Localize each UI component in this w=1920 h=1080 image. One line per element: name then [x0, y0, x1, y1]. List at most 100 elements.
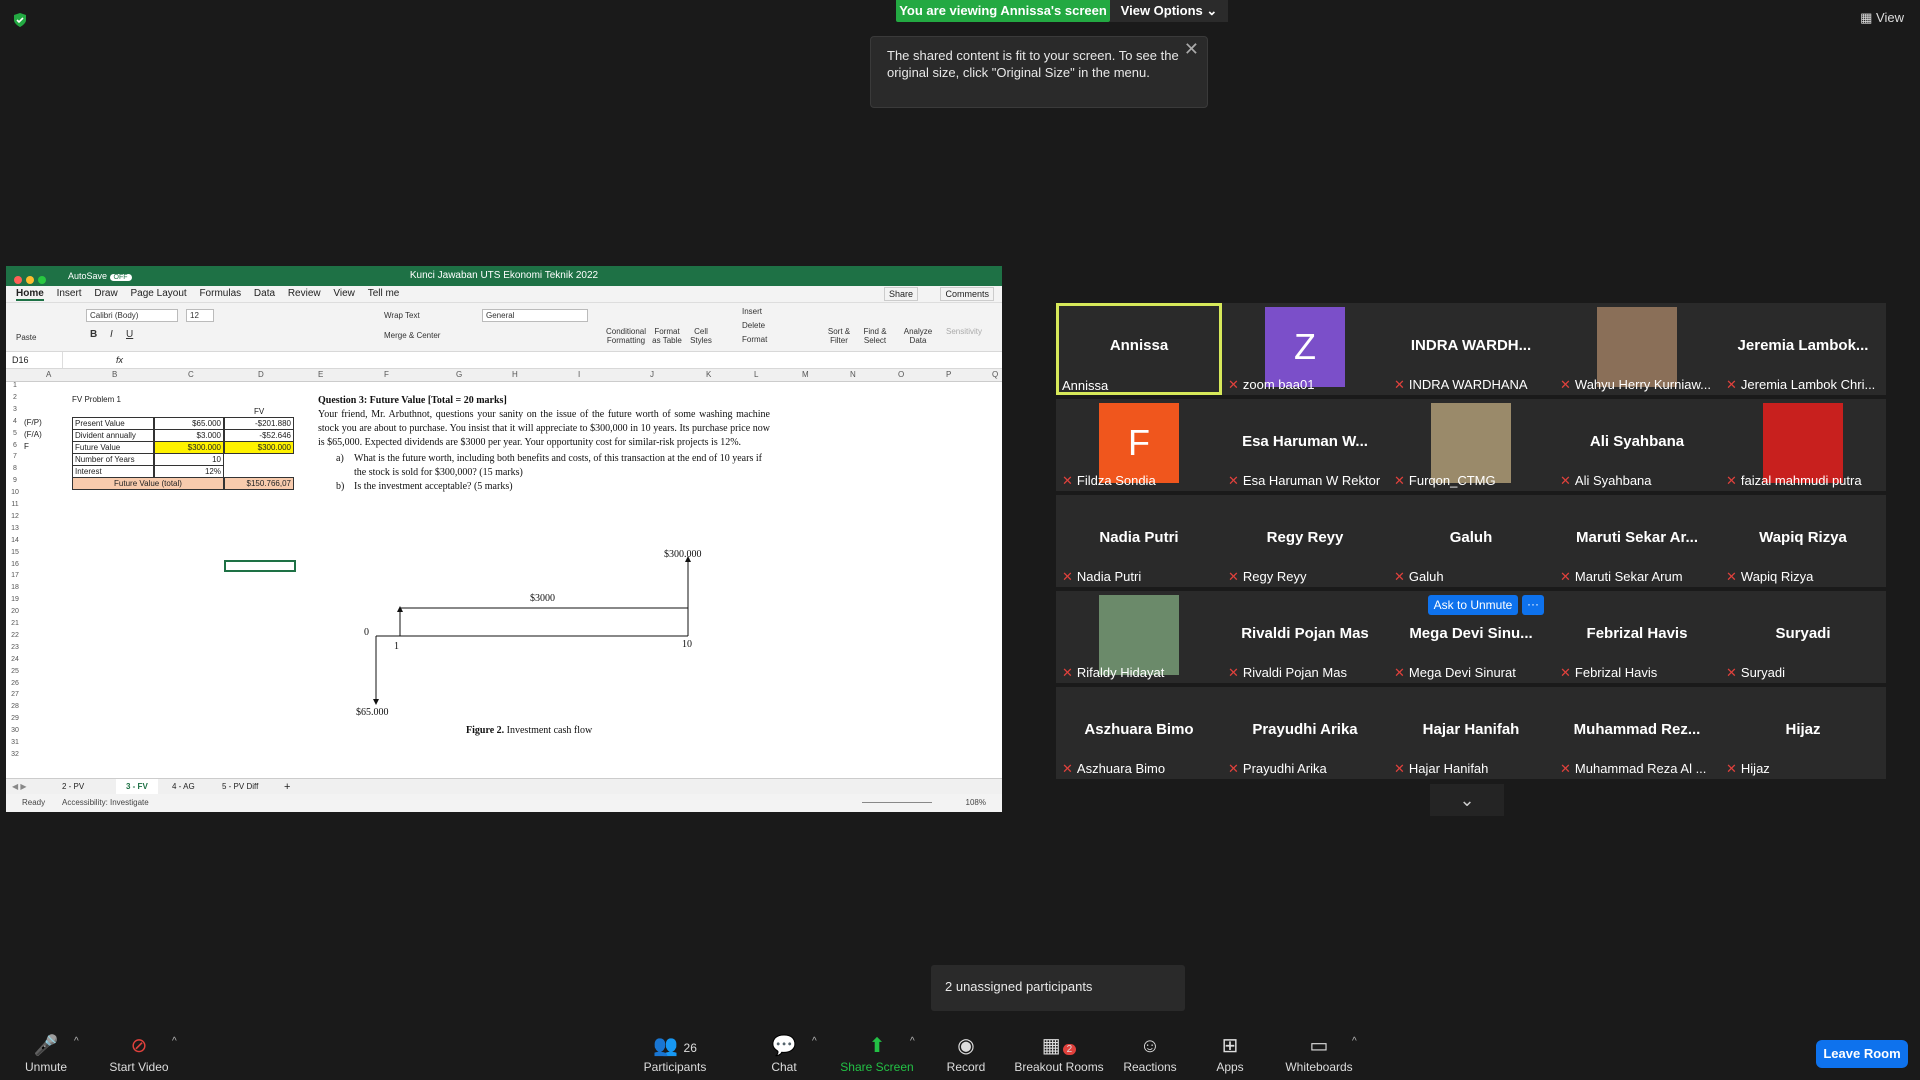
participant-tile[interactable]: Hajar Hanifah ✕ Hajar Hanifah	[1388, 687, 1554, 779]
participant-tile[interactable]: Annissa Annissa	[1056, 303, 1222, 395]
row-header[interactable]: 9	[6, 477, 24, 484]
col-b[interactable]: B	[112, 370, 117, 379]
col-c[interactable]: C	[188, 370, 194, 379]
row-header[interactable]: 26	[6, 680, 24, 687]
participant-tile[interactable]: Wapiq Rizya ✕ Wapiq Rizya	[1720, 495, 1886, 587]
participant-tile[interactable]: INDRA WARDH... ✕ INDRA WARDHANA	[1388, 303, 1554, 395]
participant-tile[interactable]: Muhammad Rez... ✕ Muhammad Reza Al ...	[1554, 687, 1720, 779]
row-header[interactable]: 24	[6, 656, 24, 663]
participant-tile[interactable]: Febrizal Havis ✕ Febrizal Havis	[1554, 591, 1720, 683]
merge-center-button[interactable]: Merge & Center	[384, 331, 440, 340]
participant-tile[interactable]: ✕ Rifaldy Hidayat	[1056, 591, 1222, 683]
col-q[interactable]: Q	[992, 370, 998, 379]
row-header[interactable]: 5	[6, 430, 24, 437]
row-header[interactable]: 30	[6, 727, 24, 734]
comments-button[interactable]: Comments	[940, 287, 994, 301]
row-header[interactable]: 10	[6, 489, 24, 496]
sheet-tab-3-fv[interactable]: 3 - FV	[116, 779, 158, 795]
format-as-table-button[interactable]: Format as Table	[650, 327, 684, 345]
paste-button[interactable]: Paste	[16, 333, 36, 342]
cell-a4[interactable]: (F/P)	[24, 417, 42, 428]
tell-me[interactable]: Tell me	[368, 288, 400, 299]
row-header[interactable]: 15	[6, 549, 24, 556]
participant-tile[interactable]: Ali Syahbana ✕ Ali Syahbana	[1554, 399, 1720, 491]
participant-tile[interactable]: F ✕ Fildza Sondia	[1056, 399, 1222, 491]
more-options-button[interactable]: ···	[1522, 595, 1544, 615]
participant-tile[interactable]: Hijaz ✕ Hijaz	[1720, 687, 1886, 779]
participant-tile[interactable]: Prayudhi Arika ✕ Prayudhi Arika	[1222, 687, 1388, 779]
whiteboard-options-caret[interactable]: ^	[1352, 1036, 1357, 1047]
share-options-caret[interactable]: ^	[910, 1036, 915, 1047]
chevron-down-icon[interactable]: ⌄	[1430, 784, 1504, 816]
tab-home[interactable]: Home	[16, 288, 44, 301]
formula-input[interactable]	[136, 354, 992, 366]
tab-page-layout[interactable]: Page Layout	[131, 288, 187, 299]
participant-tile[interactable]: ✕ Wahyu Herry Kurniaw...	[1554, 303, 1720, 395]
participants-button[interactable]: 👥 26 Participants	[640, 1034, 710, 1074]
cell-title[interactable]: FV Problem 1	[72, 394, 121, 405]
row-header[interactable]: 20	[6, 608, 24, 615]
row-header[interactable]: 28	[6, 703, 24, 710]
row-header[interactable]: 23	[6, 644, 24, 651]
cell-a6[interactable]: F	[24, 441, 29, 452]
row-header[interactable]: 16	[6, 561, 24, 568]
audio-options-caret[interactable]: ^	[74, 1036, 79, 1047]
chat-button[interactable]: 💬 Chat	[764, 1034, 804, 1074]
col-i[interactable]: I	[578, 370, 580, 379]
unassigned-participants-notice[interactable]: 2 unassigned participants	[931, 965, 1185, 1011]
row-header[interactable]: 21	[6, 620, 24, 627]
add-sheet-icon[interactable]: +	[284, 779, 290, 795]
tab-data[interactable]: Data	[254, 288, 275, 299]
participant-tile[interactable]: Jeremia Lambok... ✕ Jeremia Lambok Chri...	[1720, 303, 1886, 395]
row-header[interactable]: 8	[6, 465, 24, 472]
underline-button[interactable]: U	[126, 329, 133, 340]
shared-screen-excel[interactable]: AutoSave OFF Kunci Jawaban UTS Ekonomi T…	[6, 266, 1002, 812]
share-screen-button[interactable]: ⬆ Share Screen	[840, 1034, 914, 1074]
cell-a5[interactable]: (F/A)	[24, 429, 42, 440]
col-l[interactable]: L	[754, 370, 758, 379]
sheet-tab-4-ag[interactable]: 4 - AG	[172, 779, 195, 795]
row-header[interactable]: 13	[6, 525, 24, 532]
format-button[interactable]: Format	[742, 335, 767, 344]
col-f[interactable]: F	[384, 370, 389, 379]
participant-tile[interactable]: Nadia Putri ✕ Nadia Putri	[1056, 495, 1222, 587]
ask-to-unmute-button[interactable]: Ask to Unmute	[1428, 595, 1518, 615]
row-header[interactable]: 17	[6, 572, 24, 579]
participant-tile[interactable]: Rivaldi Pojan Mas ✕ Rivaldi Pojan Mas	[1222, 591, 1388, 683]
apps-button[interactable]: ⊞ Apps	[1210, 1034, 1250, 1074]
start-video-button[interactable]: ⊘ Start Video	[104, 1034, 174, 1074]
col-g[interactable]: G	[456, 370, 462, 379]
view-button[interactable]: ▦ View	[1860, 10, 1904, 26]
reactions-button[interactable]: ☺ Reactions	[1122, 1034, 1178, 1074]
number-format-select[interactable]: General	[482, 309, 588, 322]
row-header[interactable]: 31	[6, 739, 24, 746]
col-m[interactable]: M	[802, 370, 809, 379]
col-n[interactable]: N	[850, 370, 856, 379]
chat-options-caret[interactable]: ^	[812, 1036, 817, 1047]
tab-draw[interactable]: Draw	[94, 288, 117, 299]
col-e[interactable]: E	[318, 370, 323, 379]
row-header[interactable]: 11	[6, 501, 24, 508]
record-button[interactable]: ◉ Record	[944, 1034, 988, 1074]
unmute-button[interactable]: 🎤 Unmute	[20, 1034, 72, 1074]
selected-cell[interactable]	[224, 560, 296, 572]
participant-tile[interactable]: ✕ Furqon_CTMG	[1388, 399, 1554, 491]
tab-insert[interactable]: Insert	[57, 288, 82, 299]
participant-tile[interactable]: Maruti Sekar Ar... ✕ Maruti Sekar Arum	[1554, 495, 1720, 587]
col-k[interactable]: K	[706, 370, 711, 379]
col-j[interactable]: J	[650, 370, 654, 379]
whiteboards-button[interactable]: ▭ Whiteboards	[1282, 1034, 1356, 1074]
participant-tile[interactable]: Z ✕ zoom baa01	[1222, 303, 1388, 395]
row-header[interactable]: 3	[6, 406, 24, 413]
row-header[interactable]: 1	[6, 382, 24, 389]
row-header[interactable]: 6	[6, 442, 24, 449]
cell-d6[interactable]: $300.000	[224, 441, 294, 454]
prev-sheet-icon[interactable]: ◀ ▶	[12, 779, 27, 795]
find-select-button[interactable]: Find & Select	[858, 327, 892, 345]
zoom-level[interactable]: 108%	[966, 794, 986, 812]
share-button[interactable]: Share	[883, 287, 918, 301]
font-select[interactable]: Calibri (Body)	[86, 309, 178, 322]
col-d[interactable]: D	[258, 370, 264, 379]
col-h[interactable]: H	[512, 370, 518, 379]
participant-tile[interactable]: Esa Haruman W... ✕ Esa Haruman W Rektor	[1222, 399, 1388, 491]
